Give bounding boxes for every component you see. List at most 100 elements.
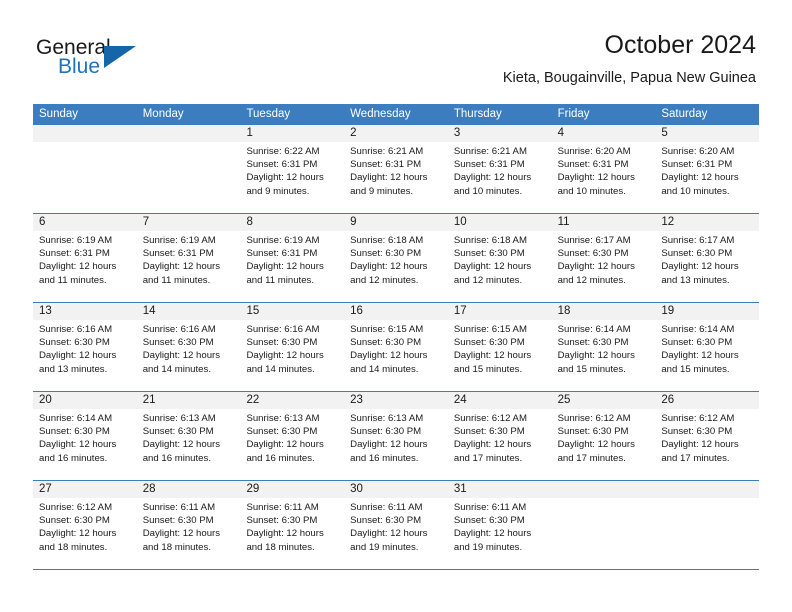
sunrise-time: Sunrise: 6:13 AM [142, 413, 216, 424]
daylight-duration-line1: Daylight: 12 hours [142, 350, 221, 362]
sunrise-time: Sunrise: 6:11 AM [350, 502, 423, 513]
daylight-duration-line1: Daylight: 12 hours [350, 528, 428, 540]
day-cell[interactable]: 20 Sunrise: 6:14 AM Sunset: 6:30 PM Dayligh… [33, 392, 137, 480]
day-info: Sunrise: 6:18 AM Sunset: 6:30 PM Daylight:… [448, 231, 552, 287]
sunset-time: Sunset: 6:30 PM [557, 248, 629, 260]
day-cell-empty [655, 481, 760, 569]
day-cell[interactable]: 26 Sunrise: 6:12 AM Sunset: 6:30 PM Dayligh… [655, 392, 760, 480]
sunset-time: Sunset: 6:30 PM [453, 426, 525, 438]
daylight-duration-line2: and 19 minutes. [453, 541, 523, 553]
day-info: Sunrise: 6:14 AM Sunset: 6:30 PM Daylight:… [552, 320, 656, 376]
day-number: 17 [447, 303, 552, 320]
day-number [33, 125, 137, 142]
sunset-time: Sunset: 6:30 PM [350, 426, 422, 438]
day-info: Sunrise: 6:20 AM Sunset: 6:31 PM Daylight:… [655, 142, 759, 198]
sunrise-time: Sunrise: 6:21 AM [350, 146, 424, 157]
day-number: 11 [551, 214, 656, 231]
day-cell[interactable]: 21 Sunrise: 6:13 AM Sunset: 6:30 PM Dayligh… [136, 392, 241, 480]
day-number: 2 [344, 125, 448, 142]
daylight-duration-line2: and 12 minutes. [557, 274, 626, 286]
sunset-time: Sunset: 6:31 PM [661, 159, 733, 171]
day-number: 14 [136, 303, 241, 320]
day-cell[interactable]: 1 Sunrise: 6:22 AM Sunset: 6:31 PM Daylight… [240, 125, 345, 213]
day-cell[interactable]: 7 Sunrise: 6:19 AM Sunset: 6:31 PM Daylight… [136, 214, 241, 302]
sunrise-time: Sunrise: 6:20 AM [557, 146, 631, 157]
sunset-time: Sunset: 6:30 PM [350, 337, 422, 349]
daylight-duration-line1: Daylight: 12 hours [39, 528, 117, 540]
day-info: Sunrise: 6:17 AM Sunset: 6:30 PM Daylight:… [655, 231, 759, 287]
day-cell[interactable]: 23 Sunrise: 6:13 AM Sunset: 6:30 PM Dayligh… [344, 392, 448, 480]
daylight-duration-line2: and 10 minutes. [661, 185, 730, 197]
daylight-duration-line2: and 9 minutes. [246, 185, 310, 197]
day-cell[interactable]: 30 Sunrise: 6:11 AM Sunset: 6:30 PM Dayligh… [344, 481, 448, 569]
day-cell[interactable]: 4 Sunrise: 6:20 AM Sunset: 6:31 PM Daylight… [551, 125, 656, 213]
day-cell[interactable]: 11 Sunrise: 6:17 AM Sunset: 6:30 PM Dayligh… [551, 214, 656, 302]
day-cell[interactable]: 5 Sunrise: 6:20 AM Sunset: 6:31 PM Daylight… [655, 125, 760, 213]
day-cell[interactable]: 16 Sunrise: 6:15 AM Sunset: 6:30 PM Dayligh… [344, 303, 448, 391]
day-cell[interactable]: 25 Sunrise: 6:12 AM Sunset: 6:30 PM Dayligh… [551, 392, 656, 480]
day-cell[interactable]: 29 Sunrise: 6:11 AM Sunset: 6:30 PM Dayligh… [240, 481, 345, 569]
sunrise-time: Sunrise: 6:18 AM [453, 235, 527, 246]
weekday-header-wednesday: Wednesday [350, 108, 411, 120]
day-cell[interactable]: 15 Sunrise: 6:16 AM Sunset: 6:30 PM Dayligh… [240, 303, 345, 391]
sunrise-time: Sunrise: 6:11 AM [142, 502, 216, 513]
daylight-duration-line2: and 16 minutes. [142, 452, 211, 464]
sunset-time: Sunset: 6:30 PM [661, 337, 733, 349]
sunrise-time: Sunrise: 6:12 AM [453, 413, 527, 424]
day-cell[interactable]: 9 Sunrise: 6:18 AM Sunset: 6:30 PM Daylight… [344, 214, 448, 302]
day-info: Sunrise: 6:15 AM Sunset: 6:30 PM Daylight:… [448, 320, 552, 376]
day-cell[interactable]: 28 Sunrise: 6:11 AM Sunset: 6:30 PM Dayligh… [136, 481, 241, 569]
daylight-duration-line1: Daylight: 12 hours [453, 528, 532, 540]
day-cell[interactable]: 6 Sunrise: 6:19 AM Sunset: 6:31 PM Daylight… [33, 214, 137, 302]
day-cell[interactable]: 10 Sunrise: 6:18 AM Sunset: 6:30 PM Dayligh… [447, 214, 552, 302]
logo-text-blue: Blue [58, 55, 101, 78]
day-info: Sunrise: 6:19 AM Sunset: 6:31 PM Daylight:… [137, 231, 241, 287]
sunset-time: Sunset: 6:30 PM [142, 426, 214, 438]
page-title: October 2024 [604, 31, 757, 59]
day-cell[interactable]: 22 Sunrise: 6:13 AM Sunset: 6:30 PM Dayligh… [240, 392, 345, 480]
day-cell[interactable]: 31 Sunrise: 6:11 AM Sunset: 6:30 PM Dayligh… [447, 481, 552, 569]
day-cell-empty [551, 481, 656, 569]
day-cell[interactable]: 17 Sunrise: 6:15 AM Sunset: 6:30 PM Dayligh… [447, 303, 552, 391]
day-info: Sunrise: 6:11 AM Sunset: 6:30 PM Daylight:… [344, 498, 448, 554]
day-cell[interactable]: 2 Sunrise: 6:21 AM Sunset: 6:31 PM Daylight… [344, 125, 448, 213]
day-info: Sunrise: 6:21 AM Sunset: 6:31 PM Daylight:… [344, 142, 448, 198]
sunset-time: Sunset: 6:31 PM [350, 159, 422, 171]
daylight-duration-line1: Daylight: 12 hours [246, 172, 324, 184]
sunset-time: Sunset: 6:30 PM [350, 248, 422, 260]
title-block: October 2024 Kieta, Bougainville, Papua … [503, 30, 756, 88]
day-number: 12 [655, 214, 760, 231]
sunset-time: Sunset: 6:31 PM [246, 159, 318, 171]
day-cell[interactable]: 27 Sunrise: 6:12 AM Sunset: 6:30 PM Dayligh… [33, 481, 137, 569]
day-number: 21 [136, 392, 241, 409]
sunset-time: Sunset: 6:30 PM [39, 337, 110, 349]
daylight-duration-line2: and 16 minutes. [246, 452, 315, 464]
day-info: Sunrise: 6:13 AM Sunset: 6:30 PM Daylight:… [137, 409, 241, 465]
day-cell[interactable]: 24 Sunrise: 6:12 AM Sunset: 6:30 PM Dayligh… [447, 392, 552, 480]
day-number: 9 [344, 214, 448, 231]
day-info: Sunrise: 6:16 AM Sunset: 6:30 PM Daylight:… [33, 320, 137, 376]
sunset-time: Sunset: 6:30 PM [246, 337, 318, 349]
day-info: Sunrise: 6:17 AM Sunset: 6:30 PM Daylight:… [552, 231, 656, 287]
week-row: 1 Sunrise: 6:22 AM Sunset: 6:31 PM Daylight… [33, 125, 760, 214]
day-cell[interactable]: 8 Sunrise: 6:19 AM Sunset: 6:31 PM Daylight… [240, 214, 345, 302]
sunset-time: Sunset: 6:30 PM [246, 426, 318, 438]
day-info: Sunrise: 6:14 AM Sunset: 6:30 PM Daylight:… [655, 320, 759, 376]
day-cell[interactable]: 19 Sunrise: 6:14 AM Sunset: 6:30 PM Dayligh… [655, 303, 760, 391]
weekday-header-saturday: Saturday [661, 108, 708, 120]
daylight-duration-line1: Daylight: 12 hours [39, 439, 117, 451]
day-number: 4 [551, 125, 656, 142]
day-info: Sunrise: 6:11 AM Sunset: 6:30 PM Daylight:… [240, 498, 344, 554]
daylight-duration-line1: Daylight: 12 hours [453, 172, 532, 184]
daylight-duration-line2: and 13 minutes. [661, 274, 730, 286]
day-cell[interactable]: 18 Sunrise: 6:14 AM Sunset: 6:30 PM Dayligh… [551, 303, 656, 391]
daylight-duration-line1: Daylight: 12 hours [453, 350, 532, 362]
day-cell[interactable]: 12 Sunrise: 6:17 AM Sunset: 6:30 PM Dayligh… [655, 214, 760, 302]
daylight-duration-line1: Daylight: 12 hours [453, 439, 532, 451]
day-cell[interactable]: 14 Sunrise: 6:16 AM Sunset: 6:30 PM Dayligh… [136, 303, 241, 391]
sunset-time: Sunset: 6:30 PM [557, 426, 629, 438]
day-cell-empty [33, 125, 137, 213]
daylight-duration-line2: and 15 minutes. [557, 363, 626, 375]
day-cell[interactable]: 3 Sunrise: 6:21 AM Sunset: 6:31 PM Daylight… [447, 125, 552, 213]
day-cell[interactable]: 13 Sunrise: 6:16 AM Sunset: 6:30 PM Dayligh… [33, 303, 137, 391]
